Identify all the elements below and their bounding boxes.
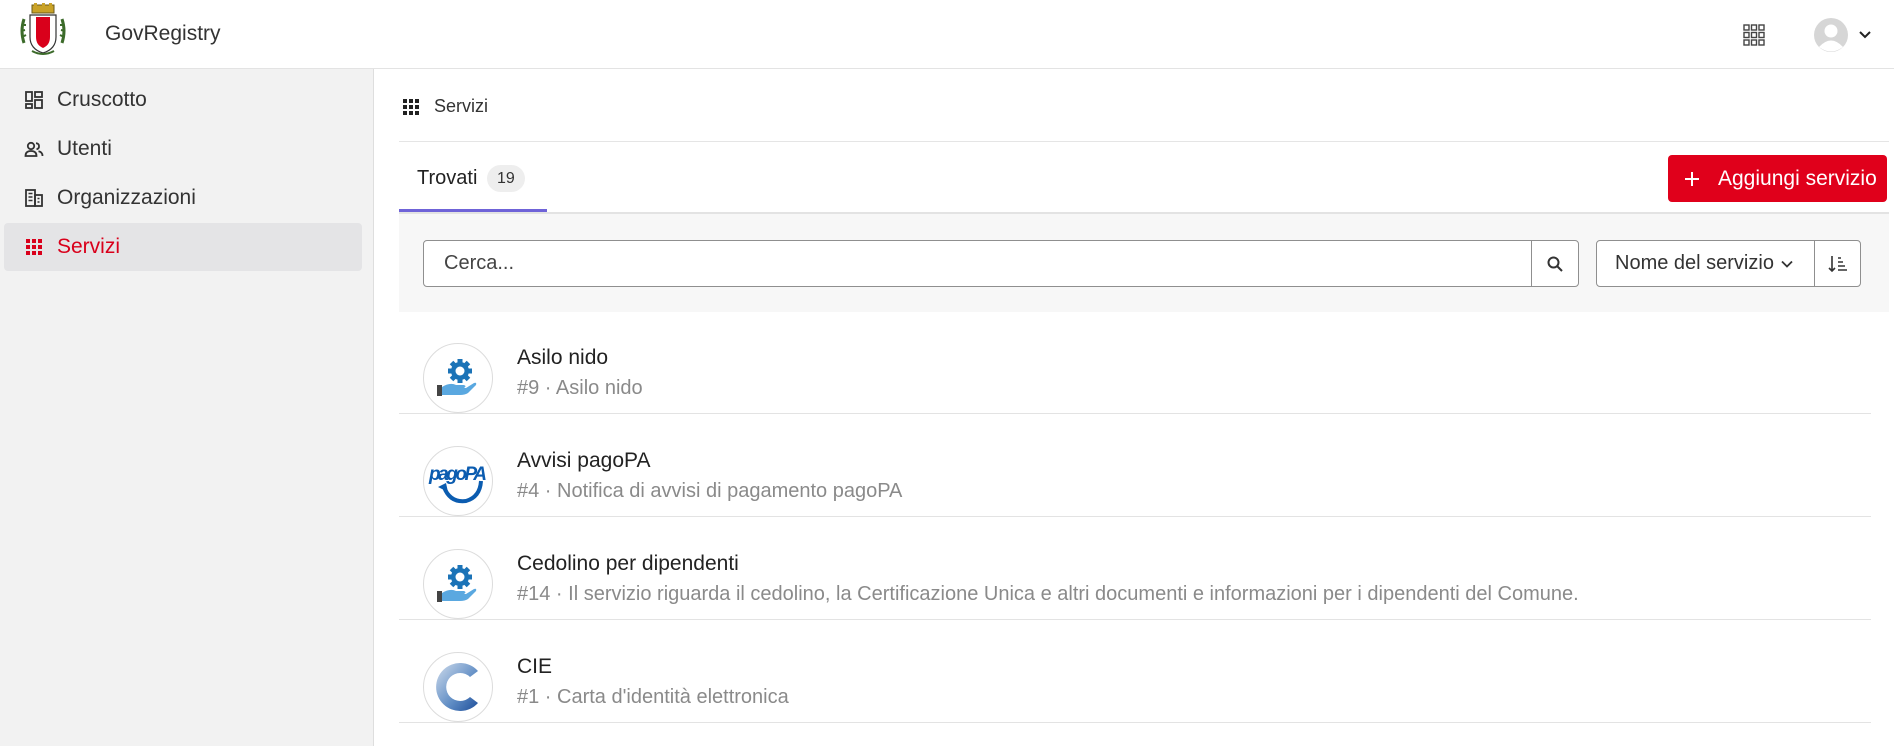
sidebar-item-label: Cruscotto <box>57 88 147 111</box>
service-row[interactable]: pagoPA Avvisi pagoPA #4 · Notifica di av… <box>399 414 1871 517</box>
divider <box>399 141 1889 142</box>
sidebar-item-label: Servizi <box>57 235 121 258</box>
users-icon <box>24 139 44 159</box>
filter-bar: Nome del servizio <box>399 214 1889 312</box>
grid-icon <box>402 98 420 116</box>
search-input[interactable] <box>424 241 1534 286</box>
service-description: #9 · Asilo nido <box>517 377 643 399</box>
dashboard-icon <box>24 90 44 110</box>
service-name: Asilo nido <box>517 346 609 369</box>
organization-icon <box>24 188 44 208</box>
add-service-label: Aggiungi servizio <box>1718 166 1877 190</box>
add-service-button[interactable]: Aggiungi servizio <box>1668 155 1887 202</box>
sort-direction-button[interactable] <box>1814 240 1861 287</box>
search-box <box>423 240 1579 287</box>
service-description: #4 · Notifica di avvisi di pagamento pag… <box>517 480 903 502</box>
sort-select[interactable]: Nome del servizio <box>1596 240 1815 287</box>
user-avatar-icon <box>1814 18 1848 52</box>
sidebar: Cruscotto Utenti Organizzazioni Servizi <box>0 69 374 746</box>
tab-trovati[interactable]: Trovati 19 <box>399 155 547 212</box>
service-row[interactable]: CIE #1 · Carta d'identità elettronica <box>399 620 1871 723</box>
coat-of-arms-logo[interactable] <box>18 3 68 59</box>
sidebar-item-utenti[interactable]: Utenti <box>4 125 362 173</box>
sidebar-item-label: Utenti <box>57 137 112 160</box>
user-menu[interactable] <box>1814 16 1878 52</box>
svg-text:pagoPA: pagoPA <box>428 464 487 485</box>
sidebar-item-cruscotto[interactable]: Cruscotto <box>4 76 362 124</box>
search-icon <box>1547 256 1563 272</box>
plus-icon <box>1685 171 1699 186</box>
search-button[interactable] <box>1531 241 1578 286</box>
service-row[interactable]: Cedolino per dipendenti #14 · Il servizi… <box>399 517 1871 620</box>
service-description: #1 · Carta d'identità elettronica <box>517 686 789 708</box>
service-gear-hand-icon <box>423 549 493 619</box>
sidebar-item-organizzazioni[interactable]: Organizzazioni <box>4 174 362 222</box>
app-title: GovRegistry <box>105 22 221 45</box>
sort-ascending-icon <box>1827 255 1847 272</box>
service-name: Cedolino per dipendenti <box>517 552 739 575</box>
chevron-down-icon <box>1781 260 1793 268</box>
sidebar-item-servizi[interactable]: Servizi <box>4 223 362 271</box>
pagopa-logo: pagoPA <box>423 446 493 516</box>
top-bar: GovRegistry <box>0 0 1894 69</box>
service-gear-hand-icon <box>423 343 493 413</box>
count-badge: 19 <box>487 165 525 192</box>
chevron-down-icon <box>1859 31 1871 39</box>
sidebar-item-label: Organizzazioni <box>57 186 196 209</box>
tab-label: Trovati <box>417 167 478 189</box>
service-row[interactable]: Asilo nido #9 · Asilo nido <box>399 311 1871 414</box>
breadcrumb-label: Servizi <box>434 96 489 116</box>
sort-selected-value: Nome del servizio <box>1615 252 1774 274</box>
breadcrumb: Servizi <box>402 96 488 117</box>
service-name: CIE <box>517 655 553 678</box>
grid-icon <box>24 237 44 257</box>
service-name: Avvisi pagoPA <box>517 449 651 472</box>
apps-grid-icon[interactable] <box>1741 22 1767 48</box>
cie-logo <box>423 652 493 722</box>
service-description: #14 · Il servizio riguarda il cedolino, … <box>517 583 1579 605</box>
